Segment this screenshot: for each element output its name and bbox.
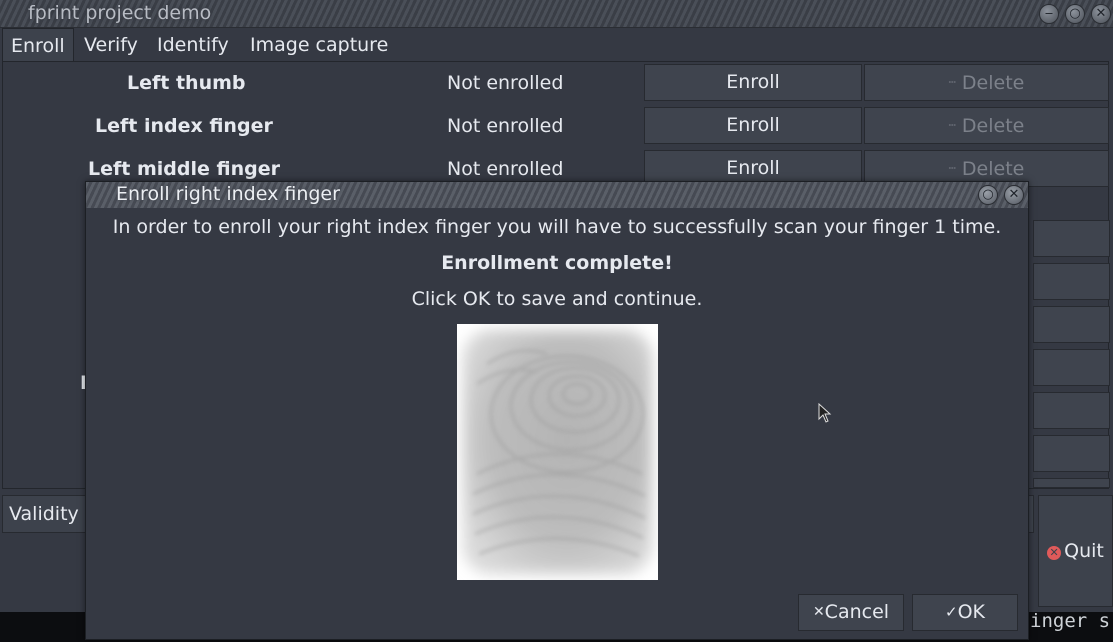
maximize-icon[interactable]: ○ xyxy=(978,185,998,205)
enroll-button[interactable]: Enroll xyxy=(644,64,862,101)
maximize-icon[interactable]: ○ xyxy=(1065,4,1085,24)
delete-button[interactable]: ┄ Delete xyxy=(864,64,1109,101)
delete-button[interactable] xyxy=(1033,435,1110,472)
quit-label: Quit xyxy=(1064,540,1104,562)
main-titlebar[interactable]: fprint project demo ‒ ○ ✕ xyxy=(0,0,1113,28)
tab-bar: Enroll Verify Identify Image capture xyxy=(0,28,1113,62)
finger-label: Left index finger xyxy=(95,115,273,137)
finger-label: Left thumb xyxy=(127,72,246,94)
minimize-icon[interactable]: ‒ xyxy=(1039,4,1059,24)
ok-label: OK xyxy=(957,601,985,623)
delete-button[interactable] xyxy=(1033,392,1110,429)
finger-row-left-thumb: Left thumb Not enrolled Enroll ┄ Delete xyxy=(3,64,1110,104)
instruction-text: In order to enroll your right index fing… xyxy=(112,216,1002,238)
fingerprint-image xyxy=(457,324,658,580)
cancel-button[interactable]: ✕Cancel xyxy=(798,594,904,631)
delete-button[interactable] xyxy=(1033,306,1110,343)
finger-label: Left middle finger xyxy=(88,158,280,180)
dash-icon: ┄ xyxy=(948,75,956,89)
enroll-status: Not enrolled xyxy=(447,72,564,94)
dialog-title: Enroll right index finger xyxy=(116,183,340,205)
validity-button[interactable]: Validity xyxy=(2,495,88,533)
tab-enroll[interactable]: Enroll xyxy=(2,28,74,62)
dash-icon: ┄ xyxy=(948,118,956,132)
delete-button[interactable] xyxy=(1033,263,1110,300)
dash-icon: ┄ xyxy=(948,161,956,175)
enroll-status: Not enrolled xyxy=(447,115,564,137)
dialog-titlebar[interactable]: Enroll right index finger ○ ✕ xyxy=(86,182,1028,208)
enrollment-status: Enrollment complete! xyxy=(441,252,673,274)
tab-identify[interactable]: Identify xyxy=(149,28,237,62)
mouse-cursor-icon xyxy=(818,403,832,423)
close-icon[interactable]: ✕ xyxy=(1091,4,1111,24)
x-icon: ✕ xyxy=(812,604,825,620)
delete-button[interactable] xyxy=(1033,349,1110,386)
finger-row-left-index: Left index finger Not enrolled Enroll ┄ … xyxy=(3,107,1110,147)
delete-button[interactable] xyxy=(1033,220,1110,257)
fingerprint-icon xyxy=(457,324,658,580)
ok-button[interactable]: ✓OK xyxy=(912,594,1018,631)
delete-label: Delete xyxy=(961,115,1025,137)
enroll-status: Not enrolled xyxy=(447,158,564,180)
terminal-text: inger s xyxy=(1030,610,1111,632)
checkmark-icon: ✓ xyxy=(945,603,958,621)
delete-button[interactable] xyxy=(1033,478,1110,488)
red-close-circle-icon: ✕ xyxy=(1047,546,1062,560)
delete-label: Delete xyxy=(961,72,1025,94)
tab-verify[interactable]: Verify xyxy=(76,28,146,62)
cancel-label: Cancel xyxy=(824,601,890,623)
hint-text: Click OK to save and continue. xyxy=(411,288,703,310)
tab-image-capture[interactable]: Image capture xyxy=(242,28,396,62)
quit-button[interactable]: ✕ Quit xyxy=(1038,495,1113,607)
delete-label: Delete xyxy=(961,158,1025,180)
close-icon[interactable]: ✕ xyxy=(1004,185,1024,205)
enroll-dialog: Enroll right index finger ○ ✕ In order t… xyxy=(85,181,1029,640)
enroll-button[interactable]: Enroll xyxy=(644,107,862,144)
window-title: fprint project demo xyxy=(28,2,212,24)
delete-button[interactable]: ┄ Delete xyxy=(864,107,1109,144)
